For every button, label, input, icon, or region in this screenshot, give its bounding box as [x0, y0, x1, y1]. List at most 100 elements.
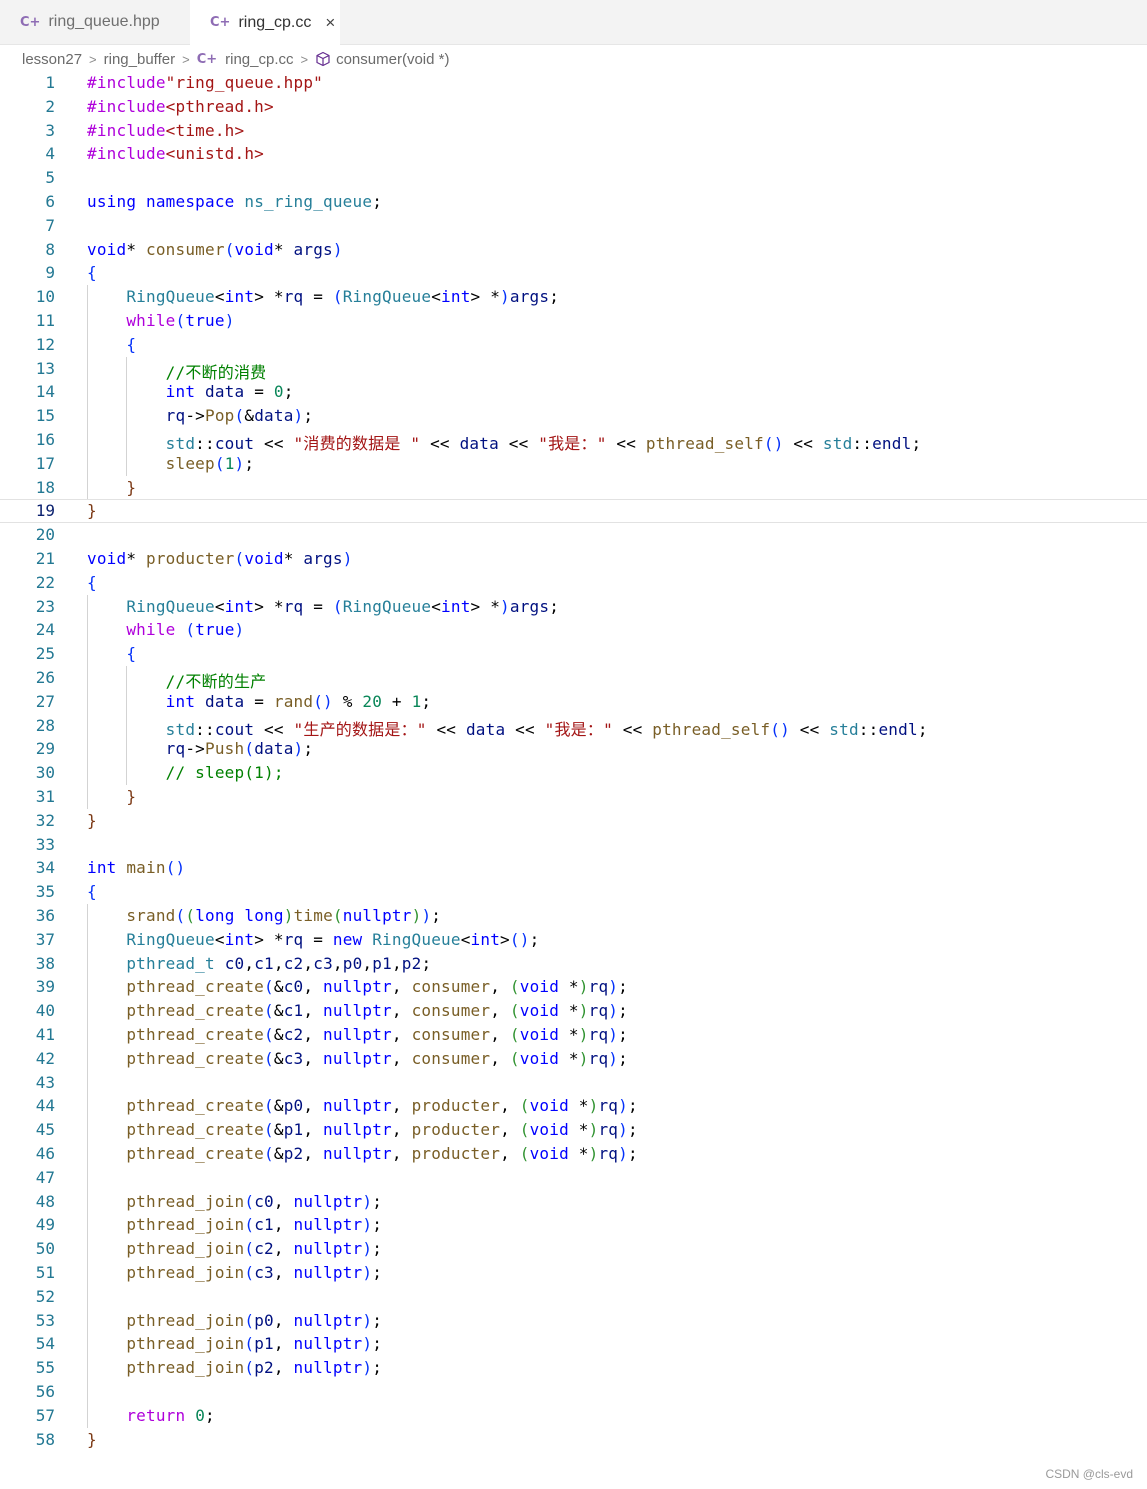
code-line[interactable]: 21 void* producter(void* args) [0, 547, 1147, 571]
code-line[interactable]: 43 [0, 1071, 1147, 1095]
code-line[interactable]: 31 } [0, 785, 1147, 809]
code-line[interactable]: 35 { [0, 880, 1147, 904]
code-line[interactable]: 26 //不断的生产 [0, 666, 1147, 691]
code-line[interactable]: 34 int main() [0, 856, 1147, 880]
code-line[interactable]: 13 //不断的消费 [0, 357, 1147, 382]
code-line[interactable]: 42 pthread_create(&c3, nullptr, consumer… [0, 1047, 1147, 1071]
code-line[interactable]: 58} [0, 1428, 1147, 1452]
code-line[interactable]: 6 using namespace ns_ring_queue; [0, 190, 1147, 214]
code-text: { [87, 572, 97, 592]
line-number: 30 [35, 763, 55, 783]
code-line[interactable]: 8 void* consumer(void* args) [0, 238, 1147, 262]
line-number: 42 [35, 1048, 55, 1068]
code-line[interactable]: 33 [0, 833, 1147, 857]
code-line[interactable]: 7 [0, 214, 1147, 238]
line-number: 28 [35, 715, 55, 735]
line-number: 41 [35, 1025, 55, 1044]
line-number: 2 [45, 96, 55, 116]
line-number: 25 [35, 644, 55, 664]
line-number: 1 [45, 73, 55, 92]
code-text: } [126, 477, 137, 497]
code-text: } [87, 501, 97, 521]
code-line[interactable]: 14 int data = 0; [0, 380, 1147, 404]
code-line[interactable]: 47 [0, 1166, 1147, 1190]
line-number: 58 [35, 1429, 55, 1449]
code-line[interactable]: 23 RingQueue<int> *rq = (RingQueue<int> … [0, 595, 1147, 619]
code-line[interactable]: 16 std::cout << "消费的数据是 " << data << "我是… [0, 428, 1147, 453]
line-number: 8 [45, 239, 55, 259]
code-line[interactable]: 10 RingQueue<int> *rq = (RingQueue<int> … [0, 285, 1147, 309]
close-icon[interactable]: × [325, 13, 335, 33]
code-line[interactable]: 3 #include<time.h> [0, 119, 1147, 143]
breadcrumb-item-lesson27[interactable]: lesson27 [22, 51, 82, 68]
code-text: pthread_join(c0, nullptr); [126, 1191, 383, 1211]
line-number: 19 [35, 501, 55, 521]
indent-guide [87, 285, 88, 500]
line-number: 40 [35, 1001, 55, 1021]
code-line[interactable]: 22 { [0, 571, 1147, 595]
line-number: 31 [35, 787, 55, 806]
code-text: { [87, 882, 97, 902]
code-line[interactable]: 32} [0, 809, 1147, 833]
code-line[interactable]: 25 { [0, 642, 1147, 666]
code-line[interactable]: 27 int data = rand() % 20 + 1; [0, 690, 1147, 714]
code-line[interactable]: 20 [0, 523, 1147, 547]
code-line[interactable]: 19} [0, 499, 1147, 524]
code-line[interactable]: 38 pthread_t c0,c1,c2,c3,p0,p1,p2; [0, 952, 1147, 976]
breadcrumb-item-ring-buffer[interactable]: ring_buffer [104, 51, 175, 68]
code-line[interactable]: 1 #include"ring_queue.hpp" [0, 71, 1147, 95]
code-line[interactable]: 9{ [0, 261, 1147, 285]
tab-ring-queue-hpp[interactable]: C+ ring_queue.hpp [0, 0, 190, 44]
code-line[interactable]: 28 std::cout << "生产的数据是：" << data << "我是… [0, 714, 1147, 739]
code-line[interactable]: 56 [0, 1380, 1147, 1404]
line-number: 11 [35, 311, 55, 330]
code-line[interactable]: 41 pthread_create(&c2, nullptr, consumer… [0, 1023, 1147, 1047]
code-line[interactable]: 17 sleep(1); [0, 452, 1147, 476]
code-line[interactable]: 4 #include<unistd.h> [0, 142, 1147, 166]
code-line[interactable]: 57 return 0; [0, 1404, 1147, 1428]
code-line[interactable]: 45 pthread_create(&p1, nullptr, producte… [0, 1118, 1147, 1142]
code-line[interactable]: 36 srand((long long)time(nullptr)); [0, 904, 1147, 928]
code-text: } [87, 810, 97, 830]
breadcrumb-item-file[interactable]: ring_cp.cc [225, 51, 293, 68]
code-text: } [126, 787, 137, 806]
code-text: using namespace ns_ring_queue; [87, 192, 383, 211]
code-line[interactable]: 18 } [0, 476, 1147, 500]
code-text: return 0; [126, 1405, 215, 1425]
code-line[interactable]: 29 rq->Push(data); [0, 737, 1147, 761]
code-line[interactable]: 15 rq->Pop(&data); [0, 404, 1147, 428]
code-line[interactable]: 55 pthread_join(p2, nullptr); [0, 1356, 1147, 1380]
code-line[interactable]: 52 [0, 1285, 1147, 1309]
code-line[interactable]: 51 pthread_join(c3, nullptr); [0, 1261, 1147, 1285]
code-text: #include<unistd.h> [87, 144, 264, 164]
code-line[interactable]: 12 { [0, 333, 1147, 357]
code-line[interactable]: 5 [0, 166, 1147, 190]
code-line[interactable]: 50 pthread_join(c2, nullptr); [0, 1237, 1147, 1261]
code-line[interactable]: 40 pthread_create(&c1, nullptr, consumer… [0, 999, 1147, 1023]
code-line[interactable]: 30 // sleep(1); [0, 761, 1147, 785]
code-line[interactable]: 48 pthread_join(c0, nullptr); [0, 1190, 1147, 1214]
code-line[interactable]: 39 pthread_create(&c0, nullptr, consumer… [0, 975, 1147, 999]
code-line[interactable]: 44 pthread_create(&p0, nullptr, producte… [0, 1094, 1147, 1118]
code-line[interactable]: 53 pthread_join(p0, nullptr); [0, 1309, 1147, 1333]
code-line[interactable]: 54 pthread_join(p1, nullptr); [0, 1332, 1147, 1356]
code-text: #include<pthread.h> [87, 96, 274, 116]
tab-ring-cp-cc[interactable]: C+ ring_cp.cc × [190, 0, 340, 45]
line-number: 13 [35, 358, 55, 378]
indent-guide [87, 594, 88, 809]
code-text: pthread_join(c3, nullptr); [126, 1263, 383, 1282]
code-line[interactable]: 11 while(true) [0, 309, 1147, 333]
line-number: 45 [35, 1120, 55, 1140]
method-cube-icon [315, 51, 331, 67]
code-line[interactable]: 49 pthread_join(c1, nullptr); [0, 1213, 1147, 1237]
line-number: 54 [35, 1334, 55, 1354]
code-line[interactable]: 24 while (true) [0, 618, 1147, 642]
code-line[interactable]: 46 pthread_create(&p2, nullptr, producte… [0, 1142, 1147, 1166]
code-line[interactable]: 2 #include<pthread.h> [0, 95, 1147, 119]
code-text: pthread_join(c2, nullptr); [126, 1239, 383, 1259]
code-text: while (true) [126, 620, 245, 640]
line-number: 32 [35, 810, 55, 830]
code-line[interactable]: 37 RingQueue<int> *rq = new RingQueue<in… [0, 928, 1147, 952]
line-number: 23 [35, 596, 55, 616]
breadcrumb-item-symbol[interactable]: consumer(void *) [336, 51, 449, 68]
